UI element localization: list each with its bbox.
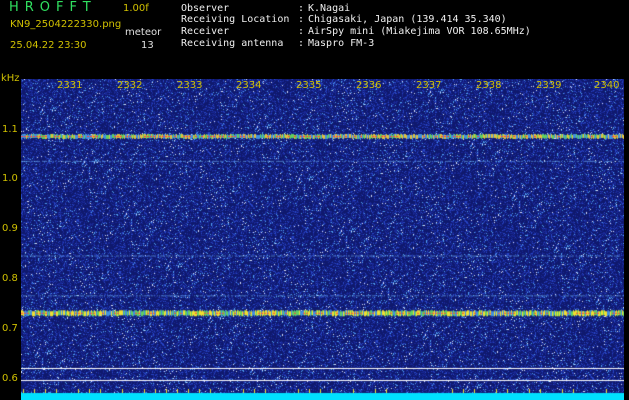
x-tick-label: 2339 — [536, 80, 562, 91]
y-tick-label: 1.1 — [2, 124, 18, 135]
app-version: 1.00f — [123, 3, 149, 14]
x-tick-label: 2332 — [117, 80, 143, 91]
info-key-antenna: Receiving antenna — [181, 38, 284, 49]
file-name: KN9_2504222330.png — [10, 19, 122, 30]
y-tick-label: 0.6 — [2, 373, 18, 384]
info-colon: : — [298, 14, 305, 25]
info-value-observer: K.Nagai — [308, 3, 351, 14]
info-colon: : — [298, 38, 305, 49]
datetime: 25.04.22 23:30 — [10, 40, 87, 51]
y-tick-label: 0.9 — [2, 223, 18, 234]
info-value-antenna: Maspro FM-3 — [308, 38, 375, 49]
info-key-observer: Observer — [181, 3, 230, 14]
header: HROFFT 1.00f KN9_2504222330.png meteor 2… — [0, 0, 629, 72]
x-tick-label: 2340 — [594, 80, 620, 91]
app-logo: HROFFT — [9, 0, 97, 15]
info-value-location: Chigasaki, Japan (139.414 35.340) — [308, 14, 507, 25]
x-tick-label: 2337 — [416, 80, 442, 91]
info-colon: : — [298, 3, 305, 14]
info-key-receiver: Receiver — [181, 26, 230, 37]
x-tick-label: 2331 — [57, 80, 83, 91]
x-tick-label: 2336 — [356, 80, 382, 91]
meteor-label: meteor — [125, 27, 162, 38]
y-tick-label: 1.0 — [2, 173, 18, 184]
waterfall-spectrogram[interactable] — [21, 79, 624, 400]
x-tick-label: 2338 — [476, 80, 502, 91]
info-key-location: Receiving Location — [181, 14, 290, 25]
info-colon: : — [298, 26, 305, 37]
y-tick-label: 0.8 — [2, 273, 18, 284]
y-axis-unit: kHz — [1, 73, 20, 84]
meteor-count: 13 — [141, 40, 154, 51]
y-tick-label: 0.7 — [2, 323, 18, 334]
info-value-receiver: AirSpy mini (Miakejima VOR 108.65MHz) — [308, 26, 531, 37]
x-tick-label: 2334 — [236, 80, 262, 91]
x-tick-label: 2335 — [296, 80, 322, 91]
x-tick-label: 2333 — [177, 80, 203, 91]
